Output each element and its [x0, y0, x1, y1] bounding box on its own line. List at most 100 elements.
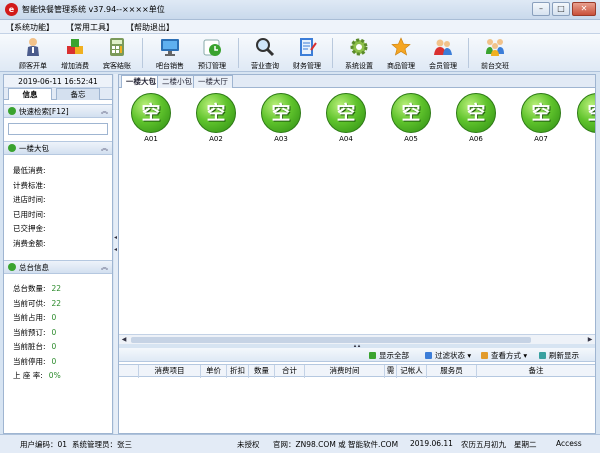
- refresh-button[interactable]: 刷新显示: [539, 350, 579, 361]
- stat-label: 当前停用:: [13, 356, 46, 366]
- column-header[interactable]: 数量: [249, 365, 275, 378]
- toolbar-member-management-button[interactable]: 会员管理: [421, 36, 465, 70]
- toolbar-label: 顾客开单: [19, 62, 47, 70]
- toolbar-label: 系统设置: [345, 62, 373, 70]
- section-bullet-icon: [8, 144, 16, 152]
- stat-value: 0%: [48, 371, 61, 380]
- toolbar-bar-sales-button[interactable]: 吧台销售: [148, 36, 192, 70]
- toolbar-business-query-button[interactable]: 营业查询: [243, 36, 287, 70]
- room-tile[interactable]: 空 A04: [322, 93, 370, 143]
- section-bullet-icon: [8, 263, 16, 271]
- room-info-label: 一楼大包: [19, 144, 49, 153]
- room-tile[interactable]: 空 A02: [192, 93, 240, 143]
- stat-label: 当前脏台:: [13, 342, 46, 351]
- room-tile[interactable]: 空 A07: [517, 93, 565, 143]
- stat-label: 当前占用:: [13, 313, 46, 322]
- room-tile[interactable]: 空 A03: [257, 93, 305, 143]
- main-toolbar: 顾客开单 增加消费 宾客结账 吧台销售 预订管理 营业查询 财务管理 系统设置 …: [0, 34, 600, 72]
- tab-memo[interactable]: 备忘: [56, 88, 100, 100]
- grid-row-indicator-column: [119, 365, 139, 378]
- column-header[interactable]: 折扣: [227, 365, 249, 378]
- room-name: A02: [209, 135, 223, 143]
- status-bar: 用户编码：01 系统管理员：张三 未授权 官网：ZN98.COM 或 智能软件.…: [0, 434, 600, 453]
- toolbar-separator: [238, 38, 239, 68]
- app-logo-icon: e: [5, 3, 18, 16]
- stat-value: 0: [51, 327, 57, 337]
- filter-status-dropdown[interactable]: 过滤状态 ▾: [425, 350, 471, 361]
- toolbar-checkout-button[interactable]: 宾客结账: [95, 36, 139, 70]
- room-tile[interactable]: 空 A01: [127, 93, 175, 143]
- close-button[interactable]: ✕: [572, 2, 596, 16]
- stat-value: 0: [51, 342, 57, 351]
- tab-first-floor-hall[interactable]: 一楼大厅: [193, 75, 233, 88]
- desk-stats-header[interactable]: 总台信息 ︽: [4, 260, 112, 274]
- room-info-header[interactable]: 一楼大包 ︽: [4, 141, 112, 155]
- column-header[interactable]: 单价: [201, 365, 227, 378]
- toolbar-product-management-button[interactable]: 商品管理: [379, 36, 423, 70]
- chevron-up-icon[interactable]: ︽: [101, 105, 108, 118]
- view-mode-dropdown[interactable]: 查看方式 ▾: [481, 350, 527, 361]
- tab-second-floor-small-room[interactable]: 二楼小包: [157, 75, 197, 88]
- status-license: 未授权: [237, 440, 260, 449]
- stat-row: 当前停用: 0: [4, 355, 112, 370]
- chevron-up-icon[interactable]: ︽: [101, 261, 108, 274]
- status-website[interactable]: 官网：ZN98.COM 或 智能软件.COM: [273, 439, 398, 450]
- toolbar-system-settings-button[interactable]: 系统设置: [337, 36, 381, 70]
- window-title: 智能快餐管理系统 v37.94--××××单位: [22, 5, 165, 14]
- gear-icon: [350, 38, 368, 56]
- left-tabs: 信息 备忘: [4, 88, 112, 100]
- quick-search-input[interactable]: [8, 123, 108, 135]
- refresh-icon: [539, 352, 546, 359]
- room-status-icon: 空: [326, 93, 366, 133]
- maximize-button[interactable]: □: [552, 2, 570, 16]
- toolbar-add-consumption-button[interactable]: 增加消费: [53, 36, 97, 70]
- toolbar-label: 商品管理: [387, 62, 415, 70]
- stat-label: 当前预订:: [13, 327, 46, 337]
- handover-icon: [486, 39, 504, 56]
- column-header[interactable]: 记帐人: [397, 365, 427, 378]
- collapse-arrow-icon[interactable]: ◂: [114, 246, 117, 253]
- tab-first-floor-large-room[interactable]: 一楼大包: [121, 75, 161, 88]
- stat-row: 当前可供: 22: [4, 297, 112, 312]
- room-tile[interactable]: 空 A05: [387, 93, 435, 143]
- column-header[interactable]: 消费时间: [305, 365, 385, 378]
- menu-bar: 【系统功能】 【常用工具】 【帮助退出】: [0, 20, 600, 34]
- toolbar-label: 预订管理: [198, 62, 226, 70]
- title-bar: e 智能快餐管理系统 v37.94--××××单位 – □ ✕: [0, 0, 600, 20]
- chevron-up-icon[interactable]: ︽: [101, 142, 108, 155]
- menu-system-functions[interactable]: 【系统功能】: [6, 22, 54, 33]
- status-weekday: 星期二: [514, 440, 537, 449]
- quick-search-header[interactable]: 快速检索[F12] ︽: [4, 104, 112, 118]
- field-billing-standard: 计费标准:: [13, 180, 46, 190]
- room-status-icon: 空: [391, 93, 431, 133]
- column-header[interactable]: 合计: [275, 365, 305, 378]
- tab-info[interactable]: 信息: [8, 88, 52, 100]
- toolbar-open-order-button[interactable]: 顾客开单: [11, 36, 55, 70]
- stat-row: 当前占用: 0: [4, 311, 112, 326]
- room-status-icon: 空: [577, 93, 595, 133]
- status-date: 2019.06.11: [410, 439, 453, 448]
- column-header[interactable]: 备注: [477, 365, 595, 378]
- notebook-icon: [300, 38, 317, 56]
- show-all-button[interactable]: 显示全部: [369, 350, 409, 361]
- room-tile[interactable]: 空 A06: [452, 93, 500, 143]
- room-name: A05: [404, 135, 418, 143]
- toolbar-separator: [468, 38, 469, 68]
- stat-row: 当前预订: 0: [4, 326, 112, 341]
- room-tile[interactable]: 空: [577, 93, 595, 135]
- room-grid: 空 A01 空 A02 空 A03 空 A04 空 A05 空 A06 空 A0…: [119, 88, 595, 334]
- menu-common-tools[interactable]: 【常用工具】: [66, 22, 114, 33]
- menu-help-exit[interactable]: 【帮助退出】: [126, 22, 174, 33]
- column-header[interactable]: 需: [385, 365, 397, 378]
- scrollbar-thumb[interactable]: [131, 337, 531, 343]
- toolbar-finance-button[interactable]: 财务管理: [285, 36, 329, 70]
- room-status-icon: 空: [196, 93, 236, 133]
- toolbar-shift-handover-button[interactable]: 前台交班: [473, 36, 517, 70]
- order-toolbar: 显示全部 过滤状态 ▾ 查看方式 ▾ 刷新显示: [119, 348, 595, 362]
- column-header[interactable]: 消费项目: [139, 365, 201, 378]
- minimize-button[interactable]: –: [532, 2, 550, 16]
- toolbar-reservation-button[interactable]: 预订管理: [190, 36, 234, 70]
- collapse-arrow-icon[interactable]: ◂: [114, 234, 117, 241]
- column-header[interactable]: 服务员: [427, 365, 477, 378]
- toolbar-label: 吧台销售: [156, 62, 184, 70]
